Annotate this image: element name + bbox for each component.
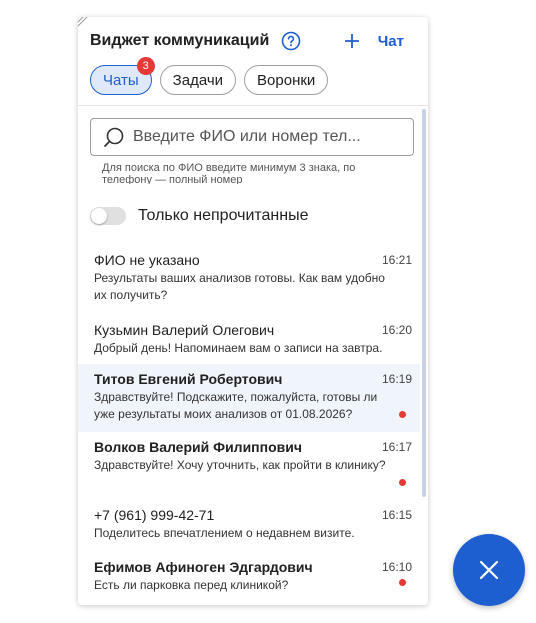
chat-preview: Добрый день! Напоминаем вам о записи на … [94,341,383,355]
tab-chats-label: Чаты [103,71,139,89]
unread-dot [399,479,406,486]
chat-preview: Поделитесь впечатлением о недавнем визит… [94,526,355,540]
close-icon [478,559,500,581]
chat-time: 16:15 [381,508,412,522]
chat-item[interactable]: ФИО не указано 16:21 Результаты ваших ан… [78,245,420,315]
tab-funnels-label: Воронки [257,71,316,89]
new-chat-button[interactable]: Чат [344,33,404,50]
plus-icon [344,33,360,49]
chat-name: ФИО не указано [94,252,200,268]
unread-dot [399,579,406,586]
tab-tasks-label: Задачи [172,71,224,89]
new-chat-label: Чат [377,32,404,50]
chat-item[interactable]: Волков Валерий Филиппович 16:17 Здравств… [78,432,420,500]
unread-toggle[interactable] [90,207,126,225]
close-widget-button[interactable] [453,534,525,606]
chat-name: Ефимов Афиноген Эдгардович [94,559,313,575]
tab-chats[interactable]: Чаты 3 [90,57,155,95]
unread-toggle-label: Только непрочитанные [138,207,309,224]
chat-time: 16:21 [381,253,412,267]
chat-name: Кузьмин Валерий Олегович [94,322,275,338]
resize-handle[interactable] [78,17,88,27]
search-icon [103,126,125,148]
chat-item[interactable]: Ефимов Афиноген Эдгардович 16:10 Есть ли… [78,552,420,600]
tab-funnels[interactable]: Воронки [244,65,329,95]
communication-widget: Виджет коммуникаций Чат Чаты 3 Задачи Во… [78,17,428,605]
search-input[interactable] [131,127,405,147]
widget-header: Виджет коммуникаций Чат [90,30,416,52]
list-scrollbar[interactable] [422,109,426,497]
chat-time: 16:19 [381,372,412,386]
chat-item[interactable]: Кузьмин Валерий Олегович 16:20 Добрый де… [78,315,420,364]
chat-preview: Здравствуйте! Хочу уточнить, как пройти … [94,458,386,472]
chat-preview: Есть ли парковка перед клиникой? [94,578,289,592]
tab-tasks[interactable]: Задачи [159,65,237,95]
unread-filter: Только непрочитанные [90,207,309,225]
chat-name: Титов Евгений Робертович [94,371,283,387]
chat-item[interactable]: Титов Евгений Робертович 16:19 Здравству… [78,364,420,432]
chat-preview: Здравствуйте! Подскажите, пожалуйста, го… [94,390,378,421]
chat-time: 16:17 [381,440,412,454]
search-box[interactable] [90,118,414,156]
header-divider [78,105,428,106]
chat-preview: Результаты ваших анализов готовы. Как ва… [94,271,385,302]
chat-time: 16:20 [381,323,412,337]
chat-name: Волков Валерий Филиппович [94,439,302,455]
chat-list: ФИО не указано 16:21 Результаты ваших ан… [78,245,420,600]
chat-time: 16:10 [381,560,412,574]
chat-item[interactable]: +7 (961) 999-42-71 16:15 Поделитесь впеч… [78,500,420,552]
search-hint: Для поиска по ФИО введите минимум 3 знак… [102,162,356,184]
unread-dot [399,411,406,418]
chat-name: +7 (961) 999-42-71 [94,507,215,523]
unread-badge: 3 [136,57,155,75]
tabs: Чаты 3 Задачи Воронки [90,57,329,95]
help-icon[interactable] [281,31,301,51]
widget-title: Виджет коммуникаций [90,32,270,49]
